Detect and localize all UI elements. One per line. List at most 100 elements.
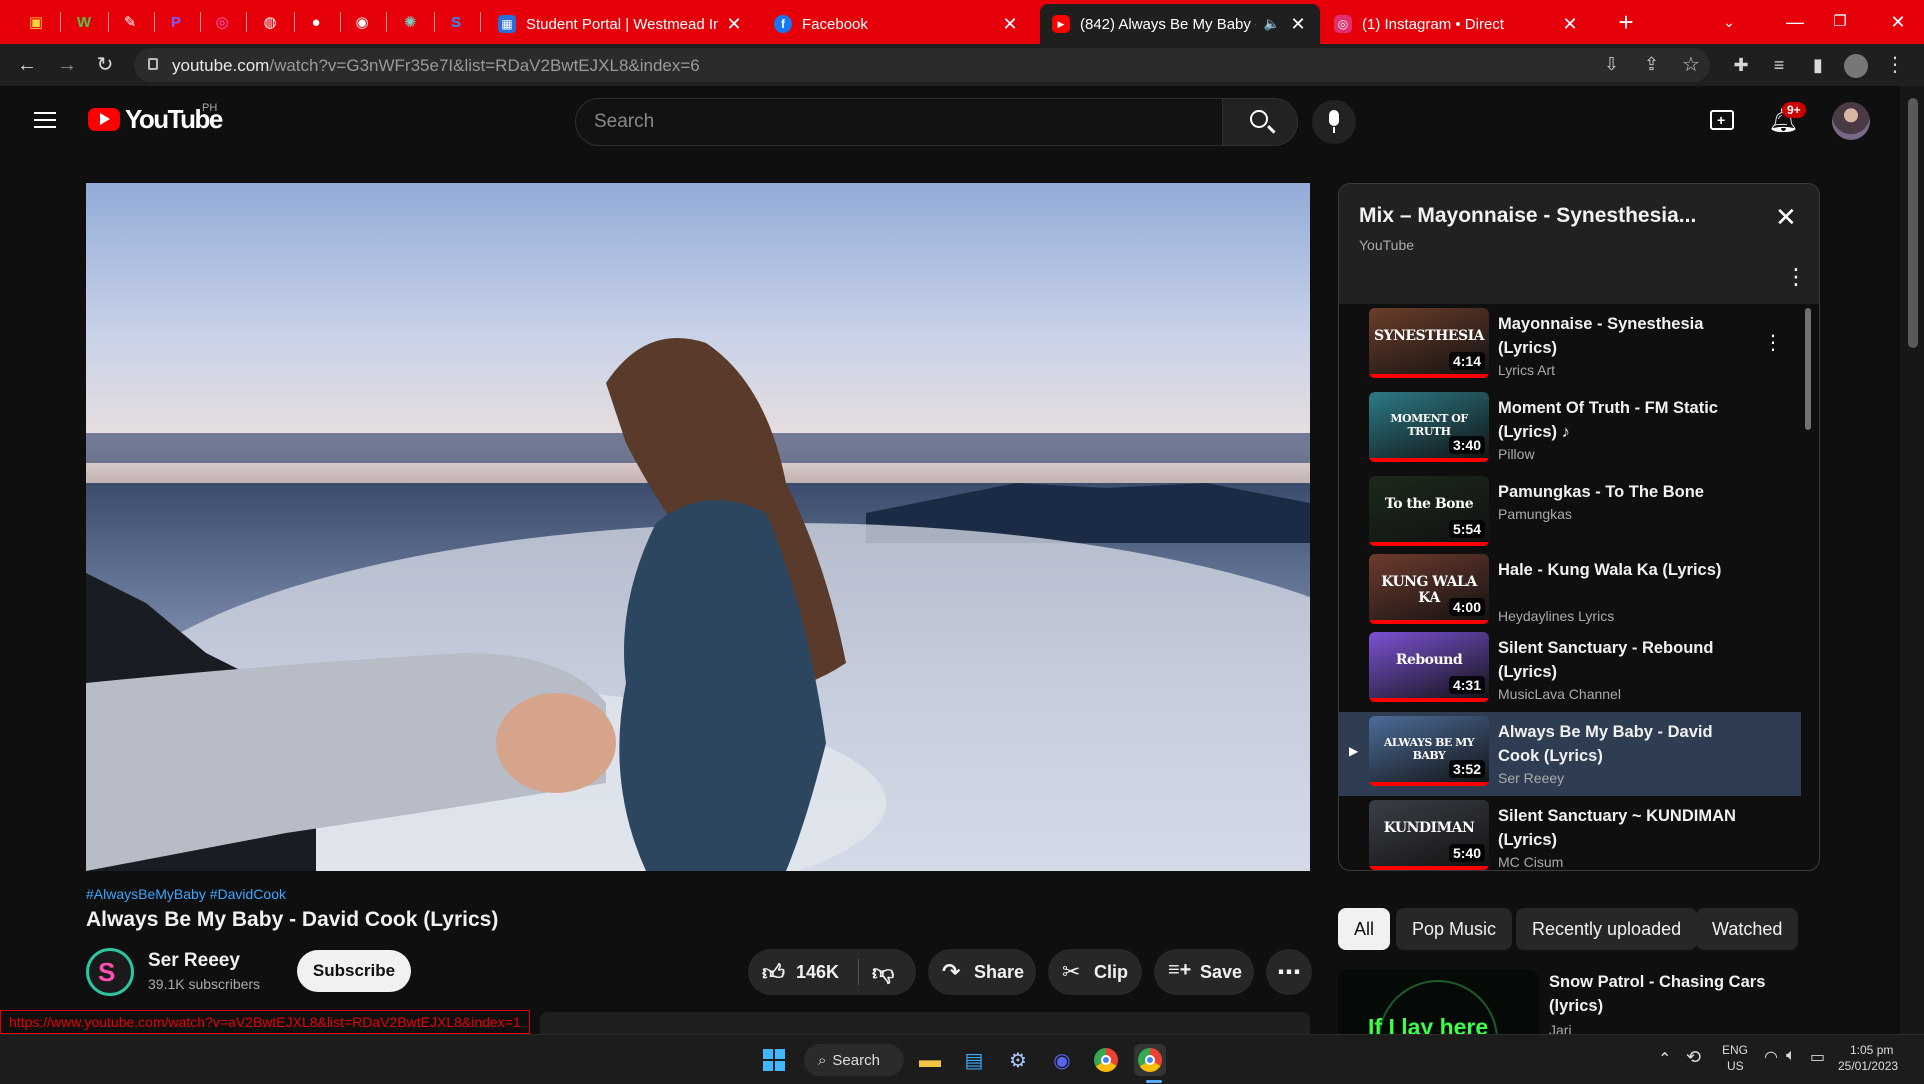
chrome-active-icon[interactable] [1134, 1044, 1166, 1076]
more-actions-button[interactable]: ⋯ [1266, 949, 1312, 995]
playlist-item-title[interactable]: Moment Of Truth - FM Static (Lyrics) ♪ [1498, 396, 1738, 444]
volume-icon[interactable]: 🔈︎ [1786, 1047, 1796, 1065]
recommendation-thumbnail[interactable]: If I lay here [1338, 970, 1538, 1034]
side-panel-icon[interactable]: ▮ [1803, 50, 1833, 80]
playlist-item[interactable]: To the Bone 5:54 Pamungkas - To The Bone Pa… [1339, 472, 1801, 550]
swirl-logo-icon[interactable]: ◎ [208, 8, 236, 36]
install-icon[interactable]: ⇩ [1604, 54, 1619, 75]
forward-button[interactable]: → [52, 50, 82, 80]
clip-button[interactable]: ✂ Clip [1048, 949, 1142, 995]
discord-icon[interactable]: ◉ [1046, 1044, 1078, 1076]
bookmark-star-icon[interactable]: ☆ [1682, 52, 1700, 77]
playlist-item-title[interactable]: Always Be My Baby - David Cook (Lyrics) [1498, 720, 1738, 768]
playlist-item-title[interactable]: Mayonnaise - Synesthesia (Lyrics) [1498, 312, 1738, 360]
playlist-menu-icon[interactable]: ⋮ [1785, 264, 1807, 290]
page-scrollbar[interactable] [1900, 86, 1924, 1034]
subscribe-button[interactable]: Subscribe [297, 950, 411, 992]
close-tab-icon[interactable]: ✕ [1000, 14, 1020, 35]
close-tab-icon[interactable]: ✕ [1560, 14, 1580, 35]
search-box[interactable]: Search [575, 98, 1223, 146]
address-bar[interactable]: youtube.com/watch?v=G3nWFr35e7I&list=RDa… [134, 48, 1710, 82]
tab-facebook[interactable]: f Facebook ✕ [762, 4, 1032, 44]
description-box[interactable] [540, 1012, 1310, 1034]
filter-chip-recently-uploaded[interactable]: Recently uploaded [1516, 908, 1698, 950]
search-button[interactable] [1222, 98, 1298, 146]
tab-student-portal[interactable]: ▦ Student Portal | Westmead Inter ✕ [486, 4, 756, 44]
w-logo-icon[interactable]: W [70, 8, 98, 36]
playlist-item-thumbnail[interactable]: MOMENT OF TRUTH 3:40 [1369, 392, 1489, 462]
search-input[interactable]: Search [594, 111, 654, 133]
language-code[interactable]: ENG [1722, 1043, 1748, 1057]
github-icon[interactable]: ● [302, 8, 330, 36]
tab-youtube[interactable]: ▶ (842) Always Be My Baby - D 🔈 ✕ [1040, 4, 1320, 44]
tab-search-chevron-icon[interactable]: ⌄ [1709, 8, 1749, 36]
notepad-icon[interactable]: ▤ [958, 1044, 990, 1076]
p-logo-icon[interactable]: P [162, 8, 190, 36]
green-square-icon[interactable]: ▣ [22, 8, 50, 36]
playlist-item-title[interactable]: Silent Sanctuary - Rebound (Lyrics) [1498, 636, 1738, 684]
dislike-icon[interactable]: 👎︎ [872, 959, 894, 986]
close-tab-icon[interactable]: ✕ [724, 14, 744, 35]
save-button[interactable]: ≡+ Save [1154, 949, 1254, 995]
browser-menu-icon[interactable]: ⋮ [1880, 50, 1910, 80]
playlist-item-channel[interactable]: Pamungkas [1498, 506, 1572, 522]
playlist-item-channel[interactable]: MusicLava Channel [1498, 686, 1621, 702]
eye-logo-icon[interactable]: ◉ [348, 8, 376, 36]
settings-gear-icon[interactable]: ⚙ [1002, 1044, 1034, 1076]
playlist-item-thumbnail[interactable]: Rebound 4:31 [1369, 632, 1489, 702]
playlist-item-channel[interactable]: MC Cisum [1498, 854, 1563, 870]
channel-avatar[interactable]: S [86, 948, 134, 996]
battery-icon[interactable]: ▭ [1810, 1047, 1825, 1067]
playlist-item-thumbnail[interactable]: KUNG WALA KA 4:00 [1369, 554, 1489, 624]
playlist-item-channel[interactable]: Lyrics Art [1498, 362, 1555, 378]
tray-chevron-icon[interactable]: ⌃ [1658, 1049, 1671, 1069]
minimize-button[interactable]: — [1775, 8, 1815, 36]
playlist-item-thumbnail[interactable]: ALWAYS BE MY BABY 3:52 [1369, 716, 1489, 786]
playlist-item[interactable]: KUNG WALA KA 4:00 Hale - Kung Wala Ka (Lyr… [1339, 550, 1801, 628]
playlist-item-title[interactable]: Silent Sanctuary ~ KUNDIMAN (Lyrics) [1498, 804, 1738, 852]
sync-icon[interactable]: ⟲ [1686, 1047, 1701, 1068]
video-player[interactable] [86, 183, 1310, 871]
playlist-item[interactable]: SYNESTHESIA 4:14 Mayonnaise - Synesthesia … [1339, 304, 1801, 388]
blue-s-icon[interactable]: S [442, 8, 470, 36]
playlist-scrollbar-thumb[interactable] [1805, 308, 1811, 430]
close-window-button[interactable]: ✕ [1878, 8, 1918, 36]
playlist-subtitle[interactable]: YouTube [1359, 237, 1414, 253]
playlist-item-title[interactable]: Hale - Kung Wala Ka (Lyrics) [1498, 558, 1738, 582]
chatgpt-icon[interactable]: ✺ [396, 8, 424, 36]
playlist-item-channel[interactable]: Heydaylines Lyrics [1498, 608, 1614, 624]
filter-chip-pop-music[interactable]: Pop Music [1396, 908, 1513, 950]
tab-instagram[interactable]: ◎ (1) Instagram • Direct ✕ [1322, 4, 1592, 44]
reload-button[interactable]: ↻ [90, 50, 120, 80]
share-button[interactable]: ↷ Share [928, 949, 1036, 995]
playlist-item[interactable]: ▶ ALWAYS BE MY BABY 3:52 Always Be My Baby … [1339, 712, 1801, 796]
share-page-icon[interactable]: ⇪ [1644, 54, 1659, 75]
filter-chip-watched[interactable]: Watched [1696, 908, 1799, 950]
playlist-item-thumbnail[interactable]: SYNESTHESIA 4:14 [1369, 308, 1489, 378]
channel-name[interactable]: Ser Reeey [148, 950, 240, 972]
file-explorer-icon[interactable]: ▬ [914, 1044, 946, 1076]
speaker-icon[interactable]: 🔈 [1262, 16, 1282, 32]
close-playlist-icon[interactable]: ✕ [1775, 202, 1797, 233]
create-video-icon[interactable]: + [1710, 110, 1734, 130]
playlist-item-thumbnail[interactable]: To the Bone 5:54 [1369, 476, 1489, 546]
close-tab-icon[interactable]: ✕ [1288, 14, 1308, 35]
playlist-title[interactable]: Mix – Mayonnaise - Synesthesia... [1359, 204, 1696, 228]
clock-date[interactable]: 25/01/2023 [1838, 1059, 1898, 1073]
taskbar-search[interactable]: ⌕ Search [804, 1044, 904, 1076]
like-count[interactable]: 146K [796, 962, 839, 983]
playlist-item-channel[interactable]: Pillow [1498, 446, 1535, 462]
playlist-item-channel[interactable]: Ser Reeey [1498, 770, 1564, 786]
account-avatar[interactable] [1832, 102, 1870, 140]
playlist-item-thumbnail[interactable]: KUNDIMAN 5:40 [1369, 800, 1489, 870]
page-scrollbar-thumb[interactable] [1908, 98, 1918, 348]
back-button[interactable]: ← [12, 50, 42, 80]
hamburger-menu-icon[interactable] [34, 110, 56, 130]
playlist-item[interactable]: Rebound 4:31 Silent Sanctuary - Rebound (L… [1339, 628, 1801, 712]
video-hashtags[interactable]: #AlwaysBeMyBaby #DavidCook [86, 886, 286, 902]
clock-time[interactable]: 1:05 pm [1850, 1043, 1893, 1057]
youtube-logo-icon[interactable] [88, 108, 120, 131]
new-tab-button[interactable]: + [1606, 8, 1646, 36]
wifi-icon[interactable]: ◠ [1764, 1047, 1778, 1067]
like-icon[interactable]: 👍︎ [762, 959, 785, 986]
